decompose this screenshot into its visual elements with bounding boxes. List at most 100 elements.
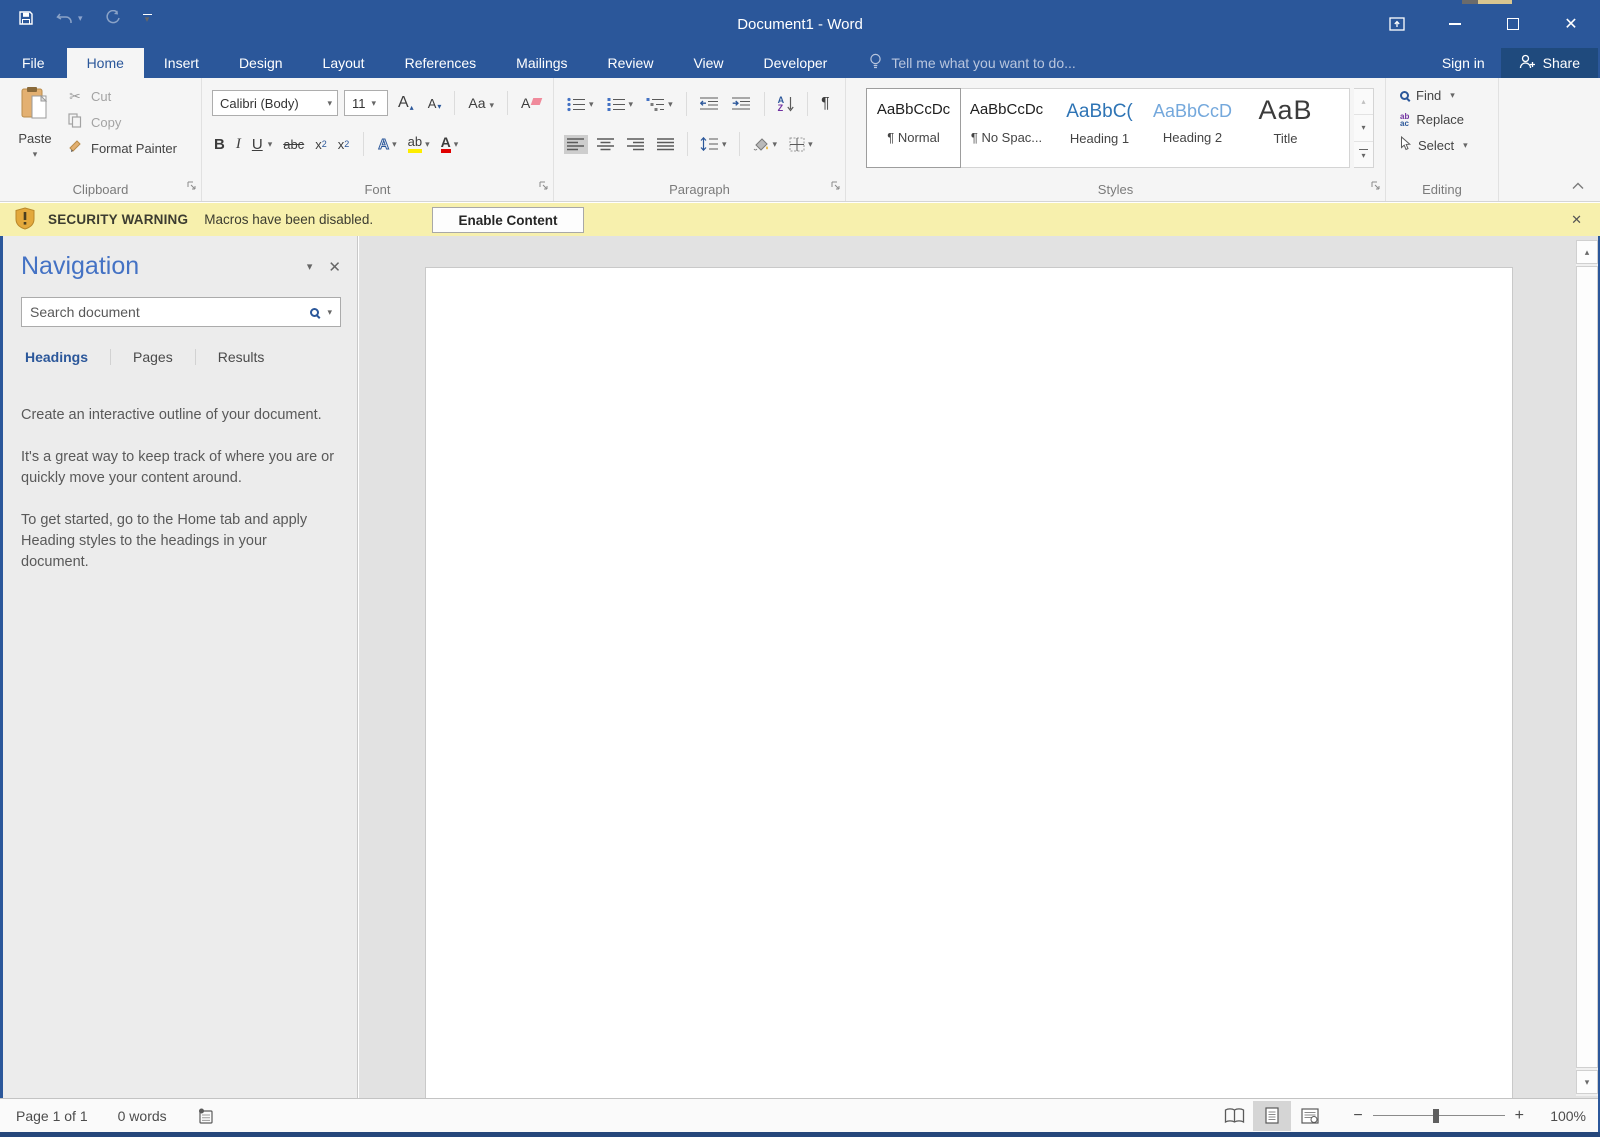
cut-button[interactable]: ✂ Cut: [66, 88, 177, 105]
font-size-dropdown-icon[interactable]: ▾: [372, 98, 377, 109]
numbering-button[interactable]: ▾: [604, 94, 637, 115]
scroll-down-icon[interactable]: ▾: [1576, 1070, 1598, 1094]
style-normal[interactable]: AaBbCcDc ¶ Normal: [866, 88, 961, 168]
font-dialog-launcher-icon[interactable]: [539, 178, 549, 196]
font-name-combobox[interactable]: Calibri (Body) ▾: [212, 90, 338, 116]
sign-in-button[interactable]: Sign in: [1426, 48, 1501, 78]
read-mode-button[interactable]: [1215, 1101, 1253, 1131]
clipboard-dialog-launcher-icon[interactable]: [187, 178, 197, 196]
font-name-dropdown-icon[interactable]: ▾: [327, 98, 332, 109]
style-title[interactable]: AaB Title: [1239, 89, 1332, 167]
navigation-close-icon[interactable]: ✕: [328, 258, 341, 276]
text-highlight-button[interactable]: ab ▾: [407, 135, 430, 153]
styles-dialog-launcher-icon[interactable]: [1371, 178, 1381, 196]
page-count[interactable]: Page 1 of 1: [16, 1108, 88, 1124]
styles-more-icon[interactable]: ▾: [1354, 142, 1373, 167]
document-page[interactable]: [425, 267, 1513, 1098]
styles-scroll-down-icon[interactable]: ▾: [1354, 115, 1373, 142]
word-count[interactable]: 0 words: [118, 1108, 167, 1124]
vertical-scrollbar[interactable]: ▴ ▾: [1576, 240, 1598, 1096]
align-center-button[interactable]: [594, 135, 618, 154]
find-button[interactable]: Find ▾: [1400, 88, 1468, 103]
tab-review[interactable]: Review: [588, 48, 674, 78]
scroll-up-icon[interactable]: ▴: [1576, 240, 1598, 264]
decrease-indent-button[interactable]: [697, 94, 722, 114]
ribbon-display-options-icon[interactable]: [1368, 0, 1426, 48]
security-bar-close-icon[interactable]: ✕: [1571, 203, 1582, 236]
proofing-status-icon[interactable]: [197, 1107, 214, 1124]
navigation-help-text: Create an interactive outline of your do…: [21, 405, 337, 573]
style-heading-2[interactable]: AaBbCcD Heading 2: [1146, 89, 1239, 167]
navigation-dropdown-icon[interactable]: ▾: [307, 260, 313, 273]
tab-view[interactable]: View: [673, 48, 743, 78]
increase-indent-button[interactable]: [729, 94, 754, 114]
navigation-search-box[interactable]: ▾: [21, 297, 341, 327]
bullets-button[interactable]: ▾: [564, 94, 597, 115]
underline-button[interactable]: U: [252, 136, 263, 153]
tell-me-box[interactable]: Tell me what you want to do...: [855, 48, 1089, 78]
bold-button[interactable]: B: [214, 136, 225, 153]
styles-group-label: Styles: [1097, 182, 1134, 197]
text-effects-button[interactable]: A ▾: [378, 135, 397, 153]
collapse-ribbon-icon[interactable]: [1572, 177, 1584, 195]
underline-dropdown-icon[interactable]: ▾: [268, 139, 273, 150]
scrollbar-thumb[interactable]: [1576, 266, 1598, 1068]
styles-scroll-up-icon[interactable]: ▴: [1354, 89, 1373, 116]
zoom-slider-thumb[interactable]: [1432, 1108, 1439, 1123]
align-right-button[interactable]: [624, 135, 648, 154]
line-spacing-button[interactable]: ▾: [697, 134, 730, 154]
replace-button[interactable]: ab ac Replace: [1400, 112, 1468, 127]
font-color-button[interactable]: A ▾: [440, 135, 458, 153]
tab-layout[interactable]: Layout: [303, 48, 385, 78]
justify-button[interactable]: [654, 135, 678, 154]
grow-font-button[interactable]: A ▴: [394, 92, 418, 114]
italic-button[interactable]: I: [236, 136, 241, 153]
superscript-button[interactable]: x2: [338, 137, 350, 152]
search-icon[interactable]: [310, 307, 320, 317]
strikethrough-button[interactable]: abc: [283, 137, 304, 152]
zoom-in-icon[interactable]: +: [1515, 1107, 1524, 1125]
tab-insert[interactable]: Insert: [144, 48, 219, 78]
font-size-combobox[interactable]: 11 ▾: [344, 90, 388, 116]
select-button[interactable]: Select ▾: [1400, 135, 1468, 154]
tab-home[interactable]: Home: [66, 48, 144, 78]
nav-tab-results[interactable]: Results: [214, 349, 269, 365]
maximize-icon[interactable]: [1484, 0, 1542, 48]
format-painter-button[interactable]: Format Painter: [66, 139, 177, 157]
zoom-level[interactable]: 100%: [1540, 1108, 1586, 1124]
main-area: Navigation ▾ ✕ ▾ Headings Pages Results …: [0, 236, 1600, 1098]
shading-button[interactable]: ▾: [749, 134, 781, 155]
print-layout-button[interactable]: [1253, 1100, 1292, 1131]
zoom-out-icon[interactable]: −: [1353, 1107, 1362, 1125]
tab-file[interactable]: File: [0, 48, 67, 78]
subscript-button[interactable]: x2: [315, 137, 327, 152]
search-dropdown-icon[interactable]: ▾: [327, 307, 332, 318]
sort-button[interactable]: AZ: [775, 93, 798, 115]
nav-tab-pages[interactable]: Pages: [129, 349, 177, 365]
align-left-button[interactable]: [564, 134, 588, 154]
borders-button[interactable]: ▾: [786, 134, 816, 155]
tab-developer[interactable]: Developer: [744, 48, 848, 78]
close-icon[interactable]: ✕: [1542, 0, 1600, 48]
multilevel-list-button[interactable]: ▾: [643, 94, 676, 115]
web-layout-button[interactable]: [1291, 1101, 1329, 1131]
search-input[interactable]: [30, 304, 311, 320]
tab-references[interactable]: References: [385, 48, 497, 78]
show-hide-marks-button[interactable]: ¶: [818, 92, 833, 116]
zoom-slider[interactable]: [1372, 1108, 1505, 1123]
change-case-button[interactable]: Aa ▾: [464, 93, 498, 113]
paste-button[interactable]: Paste ▾: [10, 86, 60, 182]
style-no-spacing[interactable]: AaBbCcDc ¶ No Spac...: [960, 89, 1053, 167]
tab-mailings[interactable]: Mailings: [496, 48, 587, 78]
paste-dropdown-icon[interactable]: ▾: [33, 149, 38, 160]
style-heading-1[interactable]: AaBbC( Heading 1: [1053, 89, 1146, 167]
share-button[interactable]: Share: [1500, 48, 1598, 78]
paragraph-dialog-launcher-icon[interactable]: [831, 178, 841, 196]
copy-button[interactable]: Copy: [66, 113, 177, 131]
clear-formatting-button[interactable]: A: [517, 93, 545, 113]
tab-design[interactable]: Design: [219, 48, 303, 78]
nav-tab-headings[interactable]: Headings: [21, 349, 92, 365]
minimize-icon[interactable]: [1426, 0, 1484, 48]
enable-content-button[interactable]: Enable Content: [432, 207, 584, 233]
shrink-font-button[interactable]: A ▾: [424, 94, 446, 113]
